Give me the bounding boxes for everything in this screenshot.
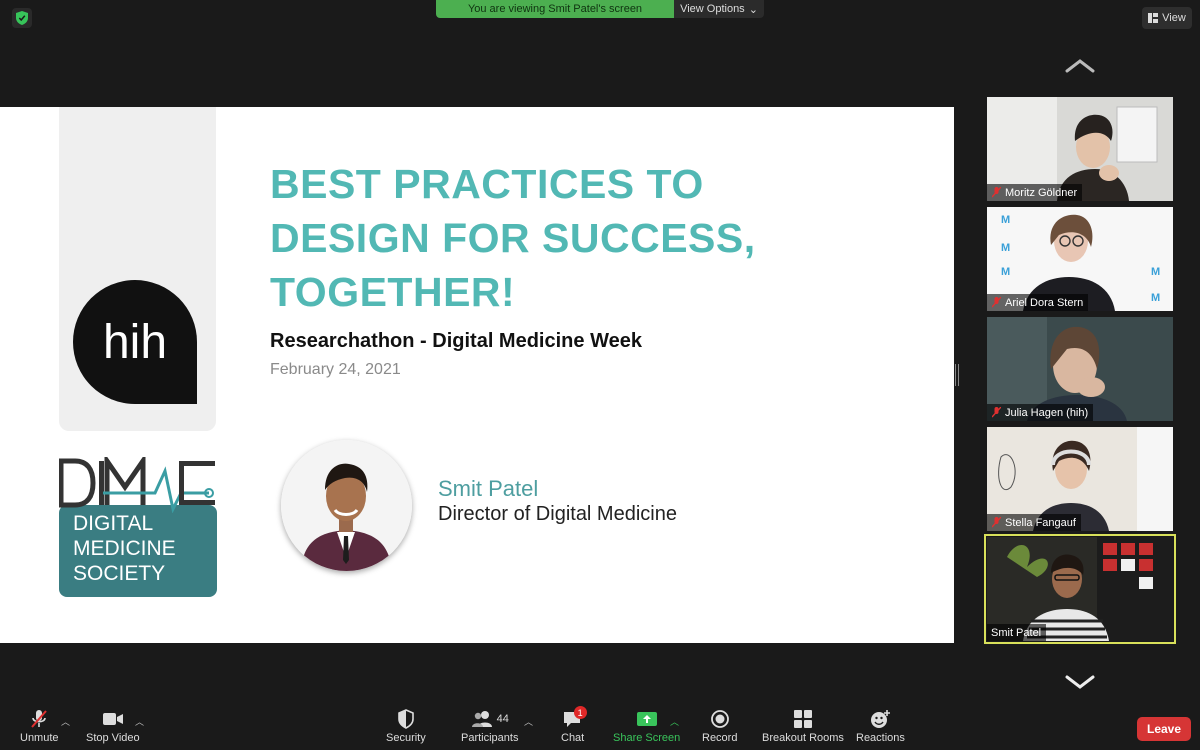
- scroll-up-arrow-icon[interactable]: [1064, 58, 1096, 74]
- view-options-button[interactable]: View Options ⌄: [674, 0, 764, 18]
- participant-tile-smit[interactable]: Smit Patel: [984, 534, 1176, 644]
- grid-view-icon: [1148, 13, 1159, 23]
- view-button[interactable]: View: [1142, 7, 1192, 29]
- participant-name: Ariel Dora Stern: [1005, 296, 1084, 309]
- record-label: Record: [702, 732, 738, 744]
- viewing-status-text: You are viewing Smit Patel's screen: [436, 0, 674, 18]
- participant-name: Moritz Göldner: [1005, 186, 1078, 199]
- muted-mic-icon: [992, 517, 1001, 528]
- participant-label: Smit Patel: [987, 624, 1047, 641]
- slide-date: February 24, 2021: [270, 361, 401, 378]
- stop-video-label: Stop Video: [86, 732, 140, 744]
- muted-mic-icon: [992, 407, 1001, 418]
- dime-wordmark-icon: [58, 452, 217, 514]
- breakout-rooms-label: Breakout Rooms: [762, 732, 844, 744]
- meeting-toolbar: Unmute ︿ Stop Video ︿ Security 44 Partic…: [0, 705, 1200, 750]
- participant-label: Ariel Dora Stern: [987, 294, 1089, 311]
- stop-video-button[interactable]: Stop Video: [86, 709, 140, 744]
- chat-label: Chat: [561, 732, 585, 744]
- dime-logo: DIGITAL MEDICINE SOCIETY: [58, 452, 217, 597]
- screen-share-banner: You are viewing Smit Patel's screen View…: [436, 0, 764, 18]
- share-screen-icon: [636, 712, 657, 726]
- participants-label: Participants: [461, 732, 519, 744]
- chat-unread-badge: 1: [573, 706, 587, 719]
- scroll-down-arrow-icon[interactable]: [1064, 674, 1096, 690]
- share-options-caret-icon[interactable]: ︿: [670, 715, 679, 728]
- unmute-button[interactable]: Unmute: [20, 709, 59, 744]
- participant-name: Stella Fangauf: [1005, 516, 1076, 529]
- speaker-role: Director of Digital Medicine: [438, 503, 677, 525]
- leave-button[interactable]: Leave: [1137, 717, 1191, 741]
- participant-label: Julia Hagen (hih): [987, 404, 1094, 421]
- participant-tile-julia[interactable]: Julia Hagen (hih): [987, 317, 1173, 421]
- security-shield-icon[interactable]: [12, 8, 32, 28]
- muted-mic-icon: [992, 187, 1001, 198]
- shared-screen-slide: hih DIGITAL MEDICINE SOCIETY BEST PRACTI…: [0, 107, 954, 643]
- svg-text:M: M: [1001, 214, 1010, 226]
- dime-line-2: MEDICINE: [73, 537, 176, 560]
- chevron-down-icon: ⌄: [748, 3, 758, 16]
- hih-logo: hih: [73, 280, 197, 404]
- record-icon: [710, 710, 729, 728]
- slide-title-line-2: DESIGN FOR SUCCESS,: [270, 215, 756, 261]
- participants-options-caret-icon[interactable]: ︿: [524, 715, 533, 728]
- smiley-add-icon: [871, 710, 891, 728]
- security-label: Security: [386, 732, 426, 744]
- muted-mic-icon: [992, 297, 1001, 308]
- participants-button[interactable]: 44 Participants: [461, 709, 518, 744]
- hih-logo-text: hih: [102, 315, 168, 369]
- participants-count: 44: [496, 713, 509, 725]
- speaker-photo: [281, 440, 412, 571]
- svg-text:M: M: [1151, 292, 1160, 304]
- svg-text:M: M: [1001, 266, 1010, 278]
- people-icon: [471, 711, 492, 727]
- shield-icon: [398, 709, 414, 729]
- muted-microphone-icon: [31, 710, 48, 728]
- view-options-label: View Options: [680, 3, 745, 15]
- video-camera-icon: [102, 713, 123, 725]
- record-button[interactable]: Record: [702, 709, 737, 744]
- security-button[interactable]: Security: [386, 709, 426, 744]
- slide-subtitle: Researchathon - Digital Medicine Week: [270, 330, 642, 352]
- unmute-label: Unmute: [20, 732, 59, 744]
- slide-title: BEST PRACTICES TO DESIGN FOR SUCCESS, TO…: [270, 157, 910, 319]
- slide-title-line-1: BEST PRACTICES TO: [270, 161, 704, 207]
- speaker-name: Smit Patel: [438, 476, 539, 501]
- dime-line-3: SOCIETY: [73, 562, 166, 585]
- reactions-button[interactable]: Reactions: [856, 709, 905, 744]
- dime-text-box: DIGITAL MEDICINE SOCIETY: [59, 505, 217, 597]
- audio-options-caret-icon[interactable]: ︿: [61, 715, 70, 728]
- participant-tile-moritz[interactable]: Moritz Göldner: [987, 97, 1173, 201]
- reactions-label: Reactions: [856, 732, 905, 744]
- participant-tile-stella[interactable]: Stella Fangauf: [987, 427, 1173, 531]
- participant-name: Julia Hagen (hih): [1005, 406, 1089, 419]
- participant-label: Stella Fangauf: [987, 514, 1081, 531]
- view-button-label: View: [1162, 12, 1186, 24]
- dime-line-1: DIGITAL: [73, 512, 154, 535]
- zoom-meeting-window: You are viewing Smit Patel's screen View…: [0, 0, 1200, 750]
- svg-text:M: M: [1001, 242, 1010, 254]
- breakout-rooms-button[interactable]: Breakout Rooms: [762, 709, 844, 744]
- participant-label: Moritz Göldner: [987, 184, 1083, 201]
- participant-tile-ariel[interactable]: M M M M M Ariel Dora Stern: [987, 207, 1173, 311]
- share-screen-label: Share Screen: [613, 732, 681, 744]
- breakout-rooms-icon: [793, 710, 812, 728]
- video-options-caret-icon[interactable]: ︿: [135, 715, 144, 728]
- svg-text:M: M: [1151, 266, 1160, 278]
- slide-title-line-3: TOGETHER!: [270, 269, 516, 315]
- participant-name: Smit Patel: [991, 626, 1042, 639]
- chat-button[interactable]: 1 Chat: [561, 706, 587, 744]
- resize-handle[interactable]: [955, 364, 959, 386]
